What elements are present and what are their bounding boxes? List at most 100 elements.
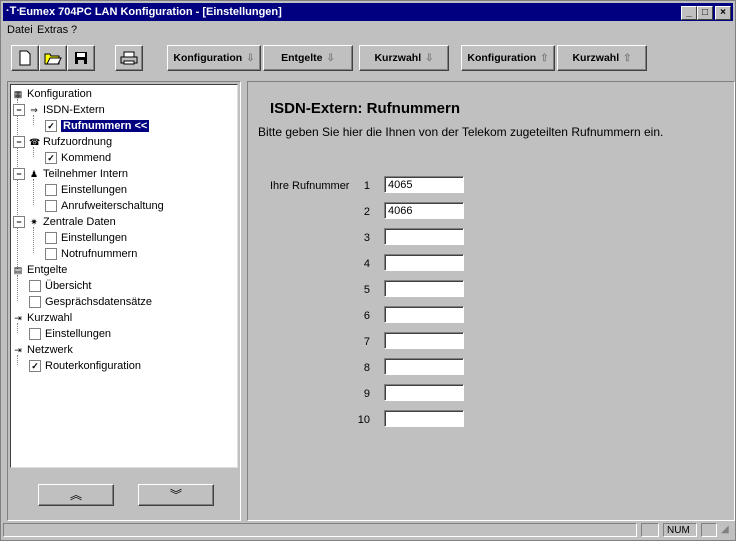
print-button[interactable] [115,45,143,71]
content-panel: ISDN-Extern: Rufnummern Bitte geben Sie … [247,81,735,521]
button-label: Entgelte [281,52,323,64]
double-chevron-up-icon: ︽ [69,488,82,502]
rufnummer-input-10[interactable] [384,410,464,427]
toolbar: Konfiguration ⇩ Entgelte ⇩ Kurzwahl ⇩ Konfi… [3,45,733,75]
tree-node-routerkonfiguration[interactable]: ✓ Routerkonfiguration [29,359,141,373]
app-window: ·T· Eumex 704PC LAN Konfiguration - [Ein… [0,0,736,541]
telekom-logo-icon: ·T· [6,5,21,17]
kurzwahl-up-button[interactable]: Kurzwahl ⇧ [557,45,647,71]
tree-node-kurzwahl[interactable]: ⇥ Kurzwahl [13,311,72,325]
tree-node-label: Kurzwahl [27,312,73,324]
collapse-icon[interactable]: − [13,216,25,228]
collapse-icon[interactable]: − [13,168,25,180]
open-folder-button[interactable] [39,45,67,71]
checkbox-checked-icon[interactable]: ✓ [29,360,41,372]
tree-node-label: Notrufnummern [61,248,138,260]
tree-node-anrufweiterschaltung[interactable]: Anrufweiterschaltung [45,199,164,213]
row-index: 4 [363,258,370,270]
resize-grip-icon[interactable]: ◢ [721,524,729,535]
tree-node-rufnummern[interactable]: ✓ Rufnummern << [45,119,150,133]
tree-node-einstellungen-kurzwahl[interactable]: Einstellungen [29,327,111,341]
tree-node-notrufnummern[interactable]: Notrufnummern [45,247,137,261]
nav-up-button[interactable]: ︽ [38,484,114,506]
open-folder-icon [44,53,62,65]
checkbox-icon[interactable] [29,280,41,292]
menu-help[interactable]: ? [71,24,77,36]
checkbox-icon[interactable] [29,296,41,308]
menu-extras[interactable]: Extras [37,24,68,36]
rufnummer-input-6[interactable] [384,306,464,323]
kurzwahl-down-button[interactable]: Kurzwahl ⇩ [359,45,449,71]
tree-node-netzwerk[interactable]: ⇥ Netzwerk [13,343,73,357]
title-bar[interactable]: ·T· Eumex 704PC LAN Konfiguration - [Ein… [3,3,733,21]
row-index: 10 [357,414,370,426]
checkbox-checked-icon[interactable]: ✓ [45,120,57,132]
tree-node-gespraechsdatensaetze[interactable]: Gesprächsdatensätze [29,295,152,309]
button-label: Konfiguration [173,52,243,64]
arrow-up-icon: ⇧ [540,52,549,64]
menu-datei[interactable]: Datei [7,24,33,36]
tree-node-uebersicht[interactable]: Übersicht [29,279,91,293]
num-lock-indicator: NUM [663,523,697,537]
new-file-button[interactable] [11,45,39,71]
tree-node-einstellungen-zentrale[interactable]: Einstellungen [45,231,127,245]
double-chevron-down-icon: ︾ [169,488,182,502]
collapse-icon[interactable]: − [13,104,25,116]
page-title: ISDN-Extern: Rufnummern [270,100,461,117]
tree-node-isdn-extern[interactable]: − ⇒ ISDN-Extern [13,103,105,117]
collapse-icon[interactable]: − [13,136,25,148]
tree-line [33,227,34,253]
navigation-panel: ▦ Konfiguration − ⇒ ISDN-Extern ✓ Rufnummern… [7,81,241,521]
tree-line [17,99,18,269]
checkbox-icon[interactable] [45,248,57,260]
konfiguration-up-button[interactable]: Konfiguration ⇧ [461,45,555,71]
arrow-down-icon: ⇩ [326,52,335,64]
minimize-icon[interactable]: _ [681,6,697,20]
konfiguration-down-button[interactable]: Konfiguration ⇩ [167,45,261,71]
rufnummer-input-9[interactable] [384,384,464,401]
row-index: 6 [363,310,370,322]
tree-node-label: Konfiguration [27,88,92,100]
tree-node-label: Einstellungen [61,232,128,244]
save-button[interactable] [67,45,95,71]
tree-node-entgelte[interactable]: ▤ Entgelte [13,263,68,277]
rufnummer-input-1[interactable]: 4065 [384,176,464,193]
checkbox-icon[interactable] [45,200,57,212]
tree-node-teilnehmer-intern[interactable]: − ♟ Teilnehmer Intern [13,167,128,181]
menu-bar: Datei Extras ? [3,22,733,38]
rufnummer-input-7[interactable] [384,332,464,349]
rufnummer-input-2[interactable]: 4066 [384,202,464,219]
tree-node-konfiguration[interactable]: ▦ Konfiguration [13,87,92,101]
tree-node-rufzuordnung[interactable]: − ☎ Rufzuordnung [13,135,112,149]
printer-icon [120,51,138,65]
rufnummer-input-5[interactable] [384,280,464,297]
save-icon [75,52,87,64]
rufnummer-input-4[interactable] [384,254,464,271]
tree-node-label: ISDN-Extern [43,104,105,116]
nav-down-button[interactable]: ︾ [138,484,214,506]
arrow-down-icon: ⇩ [425,52,434,64]
tree-node-einstellungen[interactable]: Einstellungen [45,183,127,197]
maximize-icon[interactable]: □ [697,6,713,20]
row-index: 1 [363,180,370,192]
tree-node-label: Rufzuordnung [43,136,113,148]
tree-node-zentrale-daten[interactable]: − ✷ Zentrale Daten [13,215,116,229]
status-bar: NUM ◢ [3,522,733,538]
checkbox-checked-icon[interactable]: ✓ [45,152,57,164]
tree-node-kommend[interactable]: ✓ Kommend [45,151,111,165]
checkbox-icon[interactable] [45,232,57,244]
checkbox-icon[interactable] [45,184,57,196]
close-icon[interactable]: × [715,6,731,20]
entgelte-down-button[interactable]: Entgelte ⇩ [263,45,353,71]
status-pane [701,523,717,537]
row-index: 9 [363,388,370,400]
button-label: Kurzwahl [374,52,422,64]
rufnummer-input-3[interactable] [384,228,464,245]
checkbox-icon[interactable] [29,328,41,340]
row-index: 8 [363,362,370,374]
tree-node-label: Netzwerk [27,344,73,356]
row-index: 2 [363,206,370,218]
rufnummer-input-8[interactable] [384,358,464,375]
tree-node-label: Teilnehmer Intern [43,168,128,180]
tree-node-label: Routerkonfiguration [45,360,142,372]
